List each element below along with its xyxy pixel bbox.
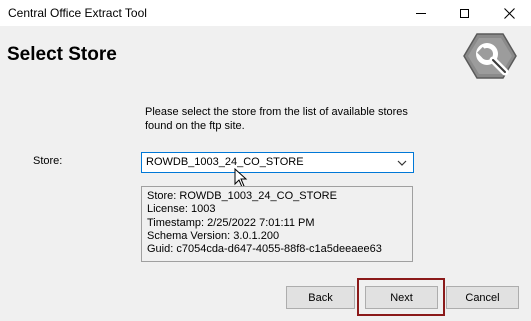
maximize-button[interactable] [444,0,484,26]
close-button[interactable] [489,0,529,26]
app-window: Central Office Extract Tool Select Store… [0,0,531,321]
store-label: Store: [33,155,63,167]
detail-license: License: 1003 [147,203,216,216]
detail-schema-version: Schema Version: 3.0.1.200 [147,229,280,242]
detail-guid: Guid: c7054cda-d647-4055-88f8-c1a5deeaee… [147,243,382,256]
chevron-down-icon[interactable] [395,156,409,170]
store-dropdown[interactable]: ROWDB_1003_24_CO_STORE [141,152,414,173]
back-button[interactable]: Back [286,286,355,309]
store-details-box: Store: ROWDB_1003_24_CO_STORE License: 1… [141,186,413,262]
maximize-icon [459,8,469,18]
window-title: Central Office Extract Tool [8,6,147,20]
store-dropdown-value: ROWDB_1003_24_CO_STORE [146,156,304,168]
minimize-icon [416,12,426,14]
wrench-gear-icon [463,33,517,79]
minimize-button[interactable] [401,0,441,26]
next-button[interactable]: Next [365,286,438,309]
title-bar[interactable]: Central Office Extract Tool [0,0,531,26]
instructions-line-2: found on the ftp site. [145,120,245,132]
cancel-button[interactable]: Cancel [446,286,519,309]
close-icon [503,7,515,19]
page-title: Select Store [7,44,117,65]
detail-store: Store: ROWDB_1003_24_CO_STORE [147,190,337,202]
instructions-line-1: Please select the store from the list of… [145,106,408,118]
detail-timestamp: Timestamp: 2/25/2022 7:01:11 PM [147,216,315,229]
instructions-text: Please select the store from the list of… [145,105,465,133]
